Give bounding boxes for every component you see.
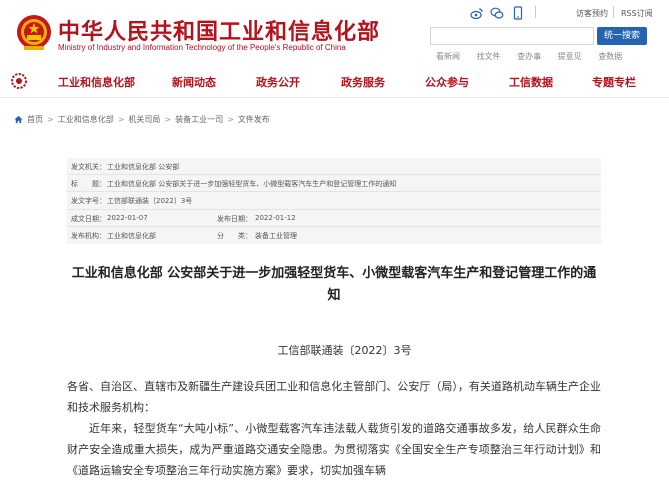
breadcrumb: 首页 > 工业和信息化部 > 机关司局 > 装备工业一司 > 文件发布	[14, 114, 270, 125]
quick-link-documents[interactable]: 找文件	[477, 52, 501, 61]
quick-links: 看新闻 找文件 查办事 提意见 查数据	[436, 51, 636, 62]
info-row-agency: 发布机构： 工业和信息化部 分 类： 装备工业管理	[67, 227, 601, 244]
breadcrumb-equipment-dept[interactable]: 装备工业一司	[175, 114, 223, 125]
docno-label: 发文字号：	[71, 197, 106, 206]
docno-value: 工信部联通装〔2022〕3号	[107, 197, 193, 206]
search-button[interactable]: 统一搜索	[597, 27, 647, 45]
wechat-icon[interactable]	[490, 6, 504, 20]
breadcrumb-separator: >	[47, 115, 54, 124]
info-row-issuer: 发文机关： 工业和信息化部 公安部	[67, 158, 601, 176]
created-label: 成文日期：	[71, 214, 106, 223]
divider	[613, 6, 614, 18]
home-icon	[14, 115, 23, 124]
category-value: 装备工业管理	[255, 231, 297, 240]
nav-item-gov-affairs[interactable]: 政务公开	[256, 74, 300, 90]
issuer-value: 工业和信息化部 公安部	[107, 163, 180, 171]
nav-item-news[interactable]: 新闻动态	[172, 74, 216, 90]
site-title: 中华人民共和国工业和信息化部	[58, 20, 381, 45]
document-number: 工信部联通装〔2022〕3号	[277, 344, 412, 357]
search-input[interactable]	[430, 27, 594, 45]
mobile-icon[interactable]	[511, 6, 525, 20]
issuer-label: 发文机关：	[71, 163, 106, 171]
rss-link[interactable]: RSS订阅	[621, 8, 653, 19]
site-header: 中华人民共和国工业和信息化部 Ministry of Industry and …	[0, 0, 669, 66]
info-row-title: 标 题： 工业和信息化部 公安部关于进一步加强轻型货车、小微型载客汽车生产和登记…	[67, 175, 601, 193]
quick-link-services[interactable]: 查办事	[517, 52, 541, 61]
site-subtitle: Ministry of Industry and Information Tec…	[58, 43, 346, 52]
title-value: 工业和信息化部 公安部关于进一步加强轻型货车、小微型载客汽车生产和登记管理工作的…	[107, 180, 397, 189]
info-row-docno: 发文字号： 工信部联通装〔2022〕3号	[67, 192, 601, 210]
weibo-icon[interactable]	[470, 6, 484, 20]
title-label: 标 题：	[71, 180, 106, 189]
breadcrumb-separator: >	[227, 115, 234, 124]
main-nav: 工业和信息化部 新闻动态 政务公开 政务服务 公众参与 工信数据 专题专栏	[0, 66, 669, 98]
visitor-appointment-link[interactable]: 访客预约	[576, 8, 608, 19]
article-body: 各省、自治区、直辖市及新疆生产建设兵团工业和信息化主管部门、公安厅（局），有关道…	[67, 376, 601, 481]
nav-item-participation[interactable]: 公众参与	[425, 74, 469, 90]
gear-logo-icon	[11, 73, 27, 89]
divider	[535, 6, 536, 18]
created-value: 2022-01-07	[107, 213, 148, 222]
article-title: 工业和信息化部 公安部关于进一步加强轻型货车、小微型载客汽车生产和登记管理工作的…	[71, 266, 597, 303]
nav-item-topics[interactable]: 专题专栏	[592, 74, 636, 90]
national-emblem-icon	[17, 15, 51, 50]
quick-link-news[interactable]: 看新闻	[436, 52, 460, 61]
breadcrumb-departments[interactable]: 机关司局	[128, 114, 160, 125]
published-value: 2022-01-12	[255, 213, 296, 222]
nav-item-services[interactable]: 政务服务	[341, 74, 385, 90]
nav-item-data[interactable]: 工信数据	[509, 74, 553, 90]
category-label: 分 类：	[217, 231, 252, 240]
breadcrumb-home[interactable]: 首页	[27, 114, 43, 125]
breadcrumb-separator: >	[164, 115, 172, 124]
info-row-dates: 成文日期： 2022-01-07 发布日期： 2022-01-12	[67, 210, 601, 227]
breadcrumb-separator: >	[117, 115, 125, 124]
agency-label: 发布机构：	[71, 231, 106, 240]
article-paragraph: 近年来，轻型货车“大吨小标”、小微型载客汽车违法载人载货引发的道路交通事故多发，…	[67, 422, 601, 477]
document-info-table: 发文机关： 工业和信息化部 公安部 标 题： 工业和信息化部 公安部关于进一步加…	[67, 158, 601, 244]
published-label: 发布日期：	[217, 214, 252, 223]
quick-link-data[interactable]: 查数据	[598, 52, 622, 61]
nav-item-miit[interactable]: 工业和信息化部	[58, 74, 135, 90]
article-salutation: 各省、自治区、直辖市及新疆生产建设兵团工业和信息化主管部门、公安厅（局），有关道…	[67, 380, 601, 414]
quick-link-feedback[interactable]: 提意见	[558, 52, 582, 61]
breadcrumb-miit[interactable]: 工业和信息化部	[58, 114, 114, 125]
breadcrumb-documents[interactable]: 文件发布	[238, 114, 270, 125]
agency-value: 工业和信息化部	[107, 231, 156, 240]
